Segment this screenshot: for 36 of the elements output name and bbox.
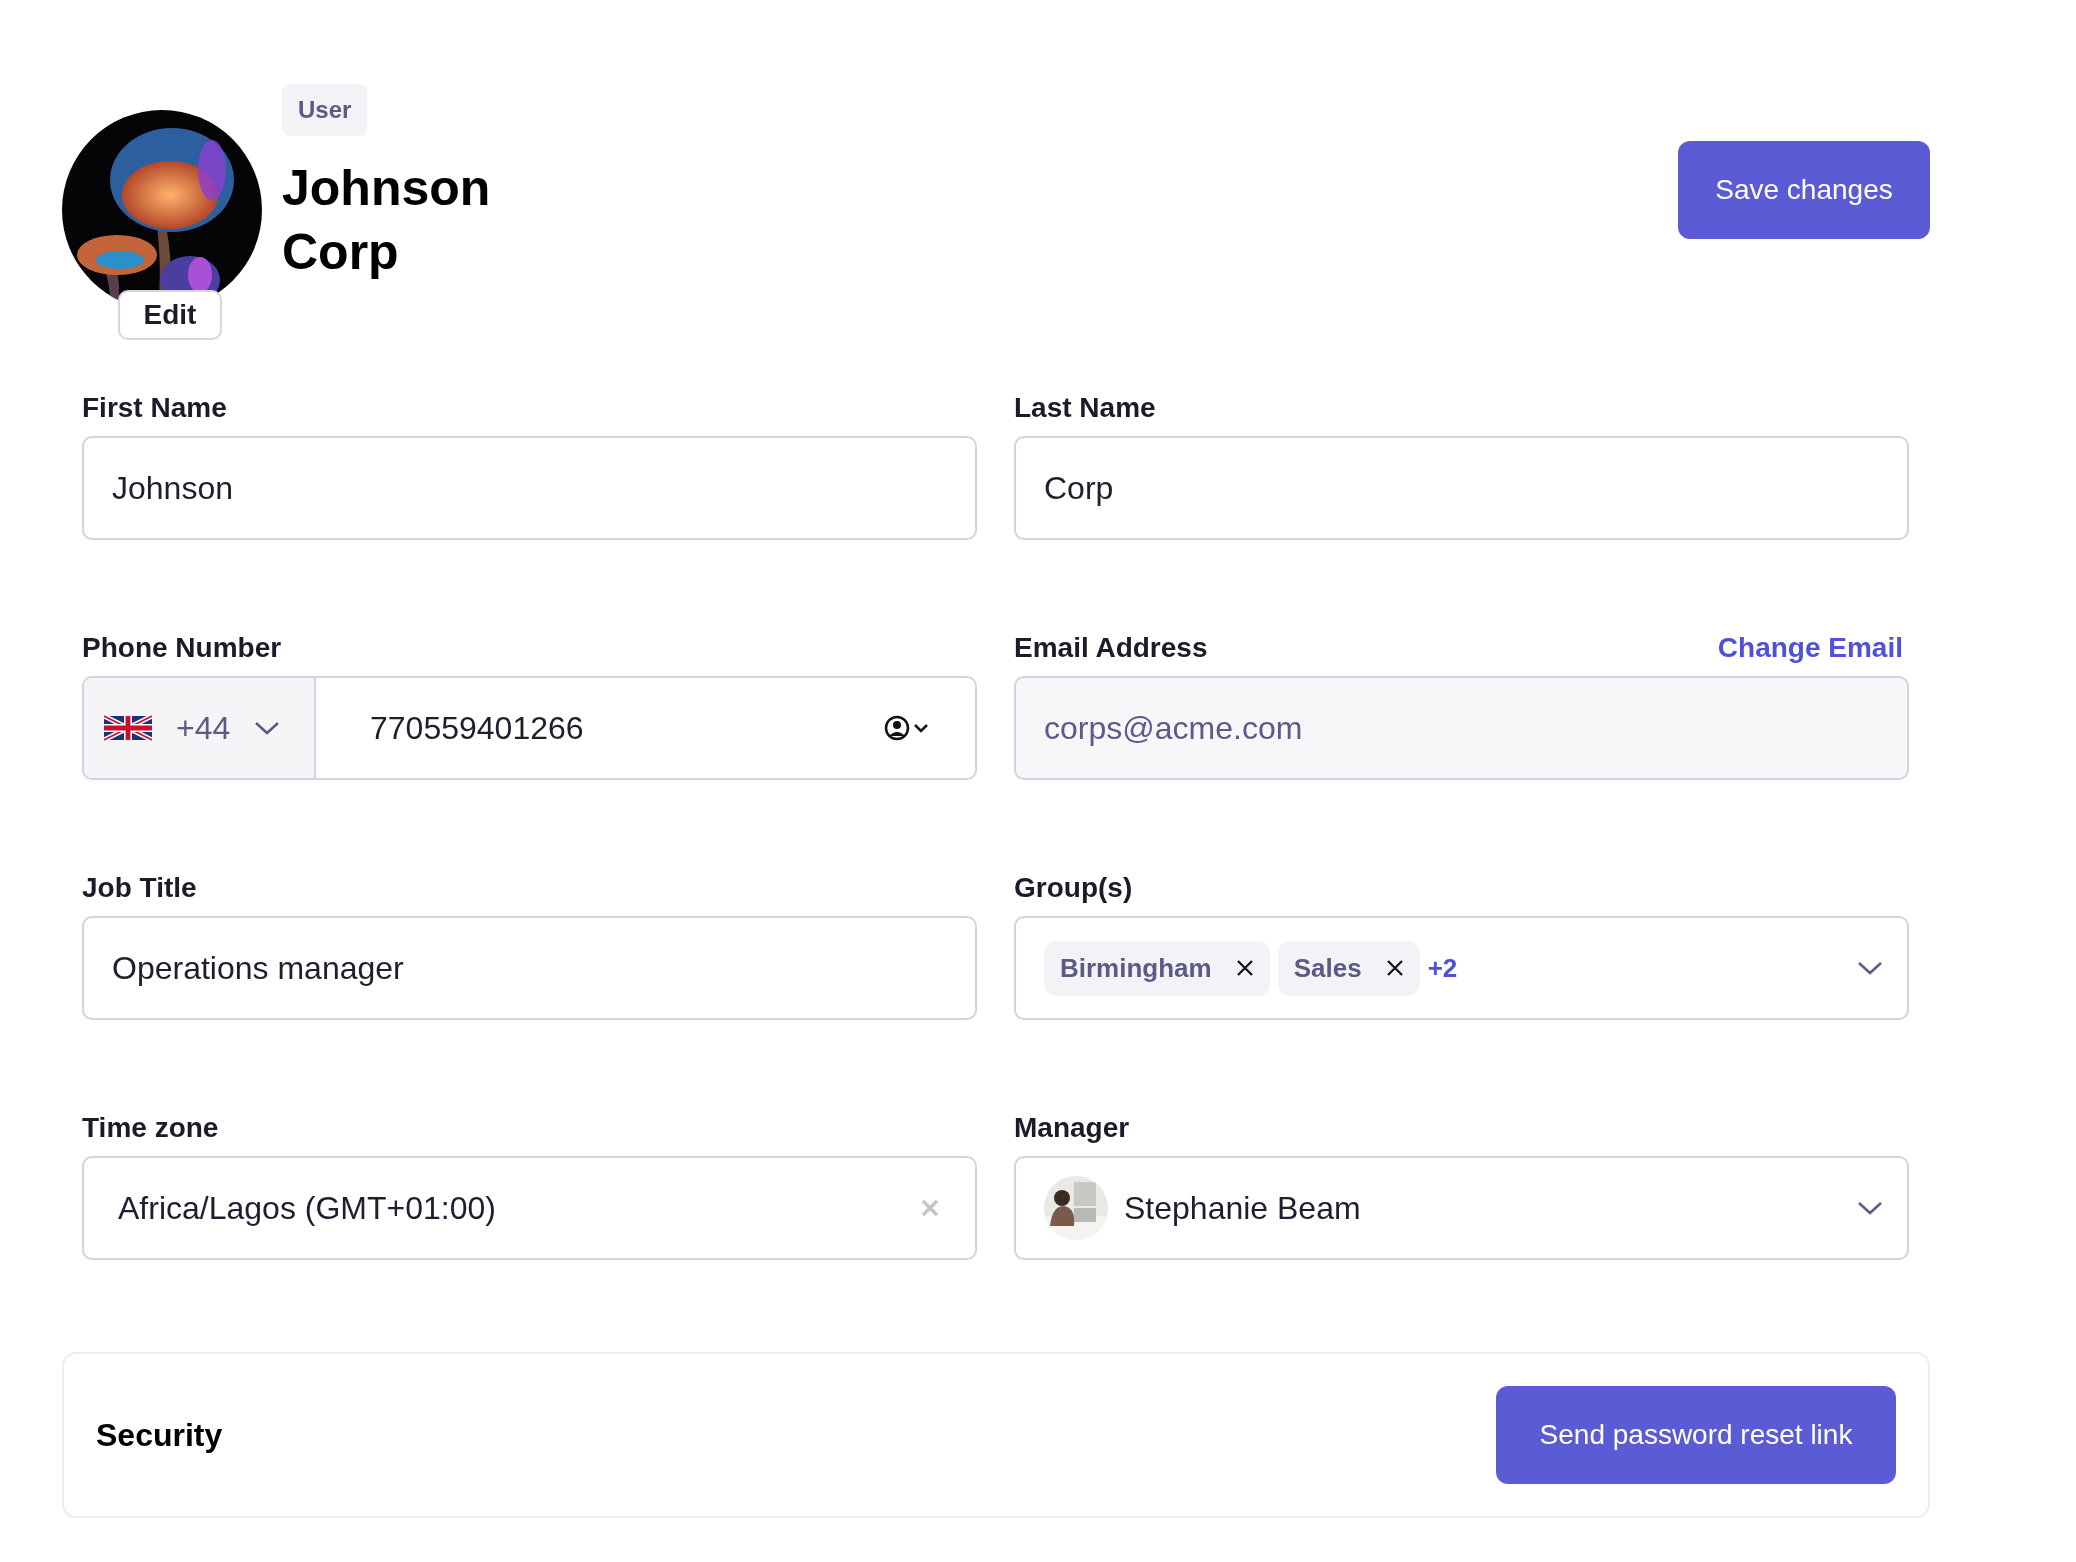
text-field[interactable]: Corp <box>1014 436 1909 540</box>
remove-icon[interactable] <box>1235 959 1254 977</box>
tag-label: Sales <box>1293 952 1362 984</box>
text-field[interactable]: Operations manager <box>82 916 977 1020</box>
field-label: Manager <box>1014 1112 1130 1144</box>
tag-label: Birmingham <box>1060 952 1212 984</box>
field-label: Group(s) <box>1014 872 1133 904</box>
field-label: Email Address <box>1014 632 1208 664</box>
chevron-down-icon <box>1857 1200 1883 1216</box>
flag-icon <box>104 715 152 741</box>
manager-name: Stephanie Beam <box>1124 1189 1361 1227</box>
phone-field[interactable]: +44 770559401266 <box>82 676 977 780</box>
remove-icon[interactable] <box>1385 959 1404 977</box>
group-select[interactable]: Birmingham Sales +2 <box>1014 916 1909 1020</box>
country-code: +44 <box>176 709 231 747</box>
more-count: +2 <box>1427 952 1458 984</box>
section-title: Security <box>96 1416 223 1454</box>
field-label: Last Name <box>1014 392 1156 424</box>
reset-link-button[interactable]: Send password reset link <box>1496 1386 1896 1484</box>
field-label: Job Title <box>82 872 197 904</box>
manager-select[interactable]: Stephanie Beam <box>1014 1156 1909 1260</box>
field-label: Phone Number <box>82 632 282 664</box>
save-button[interactable]: Save changes <box>1678 141 1930 239</box>
phone-value: 770559401266 <box>370 709 584 747</box>
country-select[interactable]: +44 <box>84 678 316 778</box>
chevron-down-icon <box>254 720 281 736</box>
timezone-value: Africa/Lagos (GMT+01:00) <box>118 1189 496 1227</box>
edit-button[interactable]: Edit <box>118 290 222 340</box>
text-field[interactable]: Johnson <box>82 436 977 540</box>
profile-name: Johnson Corp <box>282 159 492 282</box>
field-label: Time zone <box>82 1112 219 1144</box>
timezone-field[interactable]: Africa/Lagos (GMT+01:00) <box>82 1156 977 1260</box>
field-label: First Name <box>82 392 227 424</box>
role-badge: User <box>282 84 368 136</box>
chevron-down-icon <box>1857 960 1883 976</box>
contact-picker-icon[interactable] <box>883 714 931 742</box>
